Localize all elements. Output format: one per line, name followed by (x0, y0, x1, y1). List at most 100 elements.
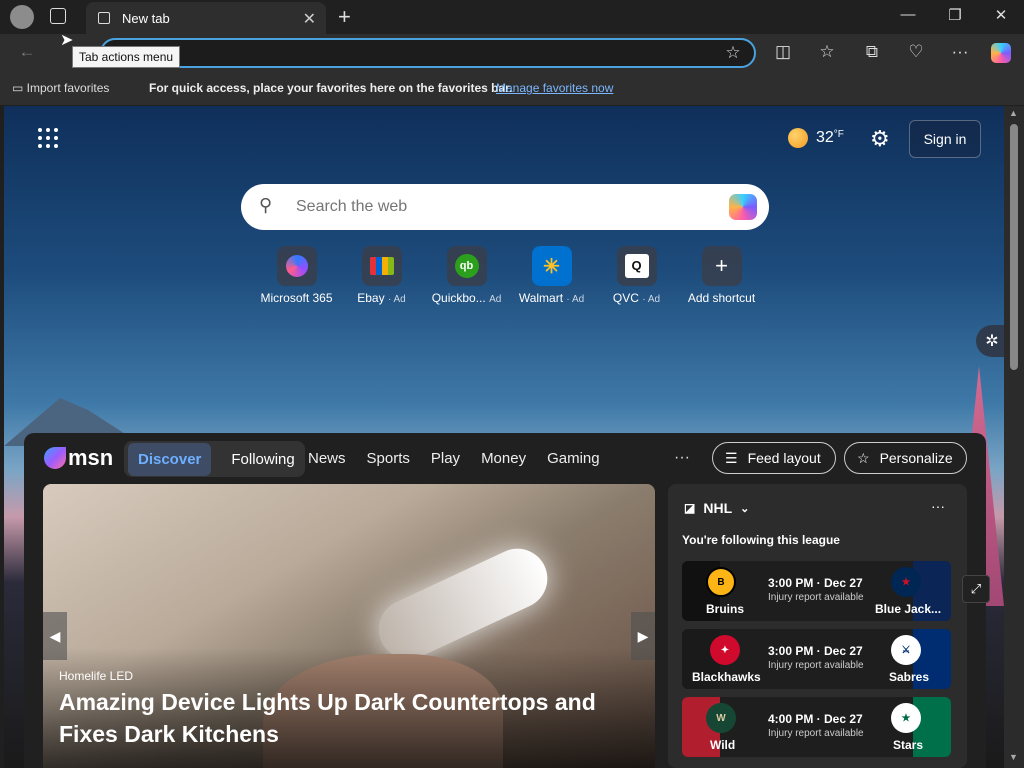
temperature-unit: °F (833, 129, 844, 140)
vertical-scrollbar[interactable]: ▲ ▼ (1004, 106, 1024, 768)
game-row[interactable]: ✦ ⚔ Blackhawks Sabres 3:00 PM · Dec 27 I… (682, 629, 951, 689)
search-icon: ⚲ (259, 195, 273, 215)
temperature-value: 32 (816, 129, 834, 146)
hockey-icon: ◪ (684, 501, 696, 515)
shortcut-label: Add shortcut (687, 291, 756, 305)
personalize-button[interactable]: ☆ Personalize (844, 442, 967, 474)
app-launcher-icon[interactable] (38, 128, 58, 148)
shortcut-ebay[interactable]: Ebay · Ad (339, 246, 424, 305)
search-box[interactable]: ⚲ (241, 184, 769, 230)
settings-gear-icon[interactable]: ⚙ (870, 126, 890, 152)
scroll-up-icon[interactable]: ▲ (1009, 108, 1018, 118)
tab-new-tab[interactable]: New tab ✕ (86, 2, 326, 34)
settings-more-icon[interactable]: ··· (949, 42, 971, 62)
minimize-button[interactable]: — (893, 6, 923, 23)
game-time: 3:00 PM · Dec 27 (768, 576, 863, 590)
home-team-name: Wild (710, 738, 736, 752)
tab-discover[interactable]: Discover (128, 442, 212, 476)
address-bar[interactable]: ☆ (100, 38, 756, 68)
shortcut-add[interactable]: + Add shortcut (679, 246, 764, 305)
sliders-icon: ☰ (725, 449, 738, 466)
game-row[interactable]: W ★ Wild Stars 4:00 PM · Dec 27 Injury r… (682, 697, 951, 757)
stars-logo-icon: ★ (891, 703, 921, 733)
more-nav-button[interactable]: ··· (674, 449, 690, 467)
qvc-icon: Q (616, 246, 657, 286)
new-tab-page: 32°F ⚙ Sign in ⚲ Microsoft 365 Ebay · Ad… (4, 106, 1004, 768)
game-time: 4:00 PM · Dec 27 (768, 712, 863, 726)
injury-note: Injury report available (768, 728, 864, 739)
game-time: 3:00 PM · Dec 27 (768, 644, 863, 658)
weather-sun-icon (788, 128, 808, 148)
wild-logo-icon: W (706, 703, 736, 733)
personalize-star-icon: ☆ (857, 449, 870, 466)
league-name: NHL (703, 500, 733, 516)
copilot-search-icon[interactable] (729, 194, 757, 220)
league-selector[interactable]: ◪ NHL ⌄ (684, 500, 749, 516)
msn-logo[interactable]: msn (44, 445, 113, 471)
injury-note: Injury report available (768, 660, 864, 671)
shortcut-label: QVC (612, 291, 639, 305)
shortcut-microsoft-365[interactable]: Microsoft 365 (254, 246, 339, 305)
close-icon[interactable]: ✕ (303, 9, 316, 29)
article-title[interactable]: Amazing Device Lights Up Dark Countertop… (59, 686, 639, 750)
blue-jackets-logo-icon: ★ (891, 567, 921, 597)
import-favorites-label: Import favorites (26, 81, 110, 95)
favorite-star-icon[interactable]: ☆ (722, 43, 744, 63)
favorites-icon[interactable]: ☆ (816, 42, 838, 62)
sabres-logo-icon: ⚔ (891, 635, 921, 665)
home-team-name: Bruins (706, 602, 745, 616)
carousel-prev-icon[interactable]: ◀ (43, 612, 67, 660)
browser-essentials-icon[interactable]: ♡ (905, 42, 927, 62)
split-screen-icon[interactable]: ◫ (772, 42, 794, 62)
hero-article-card[interactable]: ◀ ▶ Homelife LED Amazing Device Lights U… (43, 484, 655, 768)
shortcut-label: Ebay (357, 291, 385, 305)
game-row[interactable]: B ★ Bruins Blue Jack... 3:00 PM · Dec 27… (682, 561, 951, 621)
shortcut-qvc[interactable]: Q QVC · Ad (594, 246, 679, 305)
away-team-name: Stars (893, 738, 924, 752)
back-arrow-icon[interactable]: ← (16, 42, 38, 62)
chevron-down-icon: ⌄ (740, 502, 750, 515)
carousel-next-icon[interactable]: ▶ (631, 612, 655, 660)
injury-note: Injury report available (768, 592, 864, 603)
shortcut-label: Microsoft 365 (260, 291, 333, 305)
tab-following[interactable]: Following (231, 451, 294, 468)
shortcuts-row: Microsoft 365 Ebay · Ad qb Quickbo... Ad… (254, 246, 764, 305)
shortcut-quickbooks[interactable]: qb Quickbo... Ad (424, 246, 509, 305)
scroll-down-icon[interactable]: ▼ (1009, 752, 1018, 762)
scrollbar-thumb[interactable] (1010, 124, 1018, 370)
tab-actions-icon[interactable] (50, 8, 66, 24)
nav-play[interactable]: Play (431, 450, 460, 467)
expand-icon[interactable]: ⤢ (962, 575, 990, 603)
profile-avatar[interactable] (10, 5, 34, 29)
background-customize-icon[interactable]: ✲ (976, 325, 1004, 357)
close-window-button[interactable]: ✕ (986, 6, 1016, 24)
import-favorites-button[interactable]: ▭ Import favorites (12, 81, 109, 95)
away-team-name: Blue Jack... (875, 602, 942, 616)
collections-icon[interactable]: ⧉ (861, 42, 883, 62)
new-tab-icon (98, 12, 110, 24)
shortcut-walmart[interactable]: ✳ Walmart · Ad (509, 246, 594, 305)
nav-gaming[interactable]: Gaming (547, 450, 600, 467)
copilot-icon[interactable] (991, 43, 1011, 63)
maximize-button[interactable]: ❐ (940, 6, 970, 24)
manage-favorites-link[interactable]: Manage favorites now (496, 81, 613, 95)
new-tab-button[interactable]: + (338, 4, 351, 30)
sign-in-button[interactable]: Sign in (909, 120, 981, 158)
title-bar: New tab ✕ + — ❐ ✕ (0, 0, 1024, 34)
msn-logo-text: msn (68, 445, 114, 470)
more-options-icon[interactable]: ··· (931, 498, 945, 514)
ad-label: · Ad (642, 294, 661, 305)
weather-widget[interactable]: 32°F (788, 128, 844, 148)
favorites-bar: ▭ Import favorites For quick access, pla… (0, 72, 1024, 105)
sports-card: ◪ NHL ⌄ ··· You're following this league… (668, 484, 967, 768)
home-team-name: Blackhawks (692, 670, 761, 684)
search-input[interactable] (296, 194, 696, 220)
nav-sports[interactable]: Sports (367, 450, 410, 467)
following-league-text: You're following this league (682, 533, 840, 547)
quickbooks-icon: qb (446, 246, 487, 286)
tab-title: New tab (122, 10, 170, 26)
nav-money[interactable]: Money (481, 450, 526, 467)
shortcut-label: Walmart (518, 291, 564, 305)
feed-layout-button[interactable]: ☰ Feed layout (712, 442, 836, 474)
nav-news[interactable]: News (308, 450, 346, 467)
